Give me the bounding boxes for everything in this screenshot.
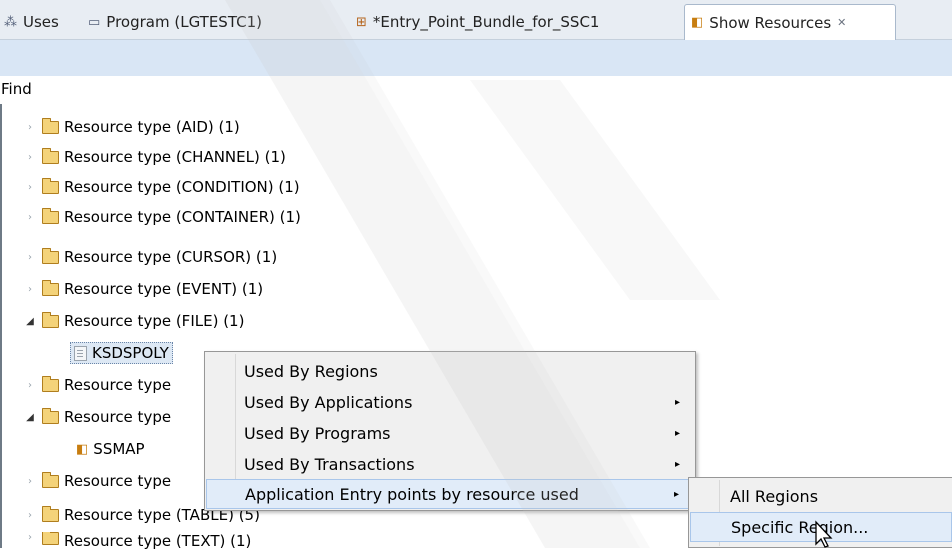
folder-icon	[42, 375, 59, 392]
tree-node-label: Resource type (FILE) (1)	[64, 312, 245, 330]
menu-item-used-by-regions[interactable]: Used By Regions	[206, 356, 694, 386]
expand-icon[interactable]: ›	[22, 476, 38, 487]
tree-node-container[interactable]: › Resource type (CONTAINER) (1)	[22, 204, 301, 230]
menu-item-label: Used By Applications	[244, 392, 413, 412]
expand-icon[interactable]: ›	[22, 284, 38, 295]
expand-icon[interactable]: ›	[22, 510, 38, 521]
tab-label: Program (LGTESTC1)	[106, 13, 262, 31]
selected-node[interactable]: KSDSPOLY	[70, 342, 173, 364]
tree-node-label: Resource type (CONTAINER) (1)	[64, 208, 301, 226]
tree-node-label: Resource type (TEXT) (1)	[64, 532, 252, 550]
tree-node-aid[interactable]: › Resource type (AID) (1)	[22, 114, 240, 140]
tab-label: *Entry_Point_Bundle_for_SSC1	[372, 13, 600, 31]
menu-item-label: Used By Programs	[244, 423, 391, 443]
tree-node-label: Resource type (CHANNEL) (1)	[64, 148, 286, 166]
tab-label: Uses	[23, 13, 59, 31]
menu-item-used-by-programs[interactable]: Used By Programs ▸	[206, 418, 694, 448]
bundle-icon: ⊞	[356, 14, 367, 30]
tree-node-label: Resource type (EVENT) (1)	[64, 280, 264, 298]
tree-node-event[interactable]: › Resource type (EVENT) (1)	[22, 276, 263, 302]
menu-item-label: Specific Region...	[731, 517, 869, 537]
expand-icon[interactable]: ›	[22, 532, 38, 543]
folder-icon	[42, 505, 59, 522]
folder-icon	[42, 247, 59, 264]
tab-label: Show Resources	[709, 13, 832, 32]
tree-node-file[interactable]: ◢ Resource type (FILE) (1)	[22, 308, 244, 334]
tree-node-label: Resource type	[64, 408, 172, 426]
tree-node-text[interactable]: › Resource type (TEXT) (1)	[22, 532, 251, 550]
file-icon	[74, 345, 87, 361]
tree-node-label: Resource type (AID) (1)	[64, 118, 240, 136]
folder-icon	[42, 117, 59, 134]
tree-node-cursor[interactable]: › Resource type (CURSOR) (1)	[22, 244, 277, 270]
menu-item-label: Used By Regions	[244, 361, 378, 381]
expand-icon[interactable]: ›	[22, 152, 38, 163]
expand-icon[interactable]: ›	[22, 380, 38, 391]
folder-icon	[42, 311, 59, 328]
tree-node-ssmap[interactable]: ◧ SSMAP	[76, 436, 145, 462]
resources-icon: ◧	[691, 15, 704, 30]
folder-icon	[42, 532, 59, 545]
submenu-arrow-icon: ▸	[674, 458, 680, 470]
find-label: Find	[1, 80, 32, 98]
tree-node-label: KSDSPOLY	[92, 344, 169, 362]
menu-item-label: Application Entry points by resource use…	[245, 484, 579, 504]
tree-node-label: Resource type	[64, 376, 172, 394]
tree-node-ksdspoly[interactable]: KSDSPOLY	[70, 340, 173, 366]
expand-icon[interactable]: ›	[22, 252, 38, 263]
expand-icon[interactable]: ›	[22, 122, 38, 133]
tree-node-label: Resource type	[64, 472, 172, 490]
submenu-arrow-icon: ▸	[674, 396, 680, 408]
view-toolbar	[0, 40, 952, 76]
mouse-pointer-icon	[815, 520, 833, 548]
menu-item-used-by-applications[interactable]: Used By Applications ▸	[206, 387, 694, 417]
menu-item-used-by-transactions[interactable]: Used By Transactions ▸	[206, 449, 694, 479]
submenu-arrow-icon: ▸	[673, 488, 679, 500]
folder-icon	[42, 207, 59, 224]
tree-node-resource-type[interactable]: › Resource type	[22, 468, 171, 494]
collapse-icon[interactable]: ◢	[22, 316, 38, 327]
tab-uses[interactable]: ⁂ Uses	[4, 4, 59, 40]
folder-icon	[42, 407, 59, 424]
submenu-arrow-icon: ▸	[674, 427, 680, 439]
folder-icon	[42, 147, 59, 164]
tab-program[interactable]: ▭ Program (LGTESTC1)	[88, 4, 262, 40]
tree-node-label: SSMAP	[93, 440, 145, 458]
menu-item-label: Used By Transactions	[244, 454, 415, 474]
uses-icon: ⁂	[4, 14, 17, 30]
submenu-item-all-regions[interactable]: All Regions	[690, 481, 952, 511]
folder-icon	[42, 177, 59, 194]
folder-icon	[42, 471, 59, 488]
expand-icon[interactable]: ›	[22, 212, 38, 223]
menu-item-application-entry-points[interactable]: Application Entry points by resource use…	[206, 479, 694, 509]
tree-node-resource-type[interactable]: › Resource type	[22, 372, 171, 398]
tab-show-resources[interactable]: ◧ Show Resources ✕	[684, 4, 896, 40]
tree-node-label: Resource type (CURSOR) (1)	[64, 248, 278, 266]
tree-node-resource-type[interactable]: ◢ Resource type	[22, 404, 171, 430]
folder-icon	[42, 279, 59, 296]
tree-node-label: Resource type (CONDITION) (1)	[64, 178, 300, 196]
context-menu: Used By Regions Used By Applications ▸ U…	[204, 351, 696, 511]
map-icon: ◧	[76, 441, 89, 457]
menu-item-label: All Regions	[730, 486, 819, 506]
collapse-icon[interactable]: ◢	[22, 412, 38, 423]
expand-icon[interactable]: ›	[22, 182, 38, 193]
tree-node-channel[interactable]: › Resource type (CHANNEL) (1)	[22, 144, 286, 170]
tree-node-condition[interactable]: › Resource type (CONDITION) (1)	[22, 174, 300, 200]
window-icon: ▭	[88, 14, 101, 30]
tab-entry-point-bundle[interactable]: ⊞ *Entry_Point_Bundle_for_SSC1	[356, 4, 599, 40]
view-border	[0, 104, 2, 548]
editor-tab-bar: ⁂ Uses ▭ Program (LGTESTC1) ⊞ *Entry_Poi…	[0, 0, 952, 40]
close-icon[interactable]: ✕	[837, 16, 846, 29]
